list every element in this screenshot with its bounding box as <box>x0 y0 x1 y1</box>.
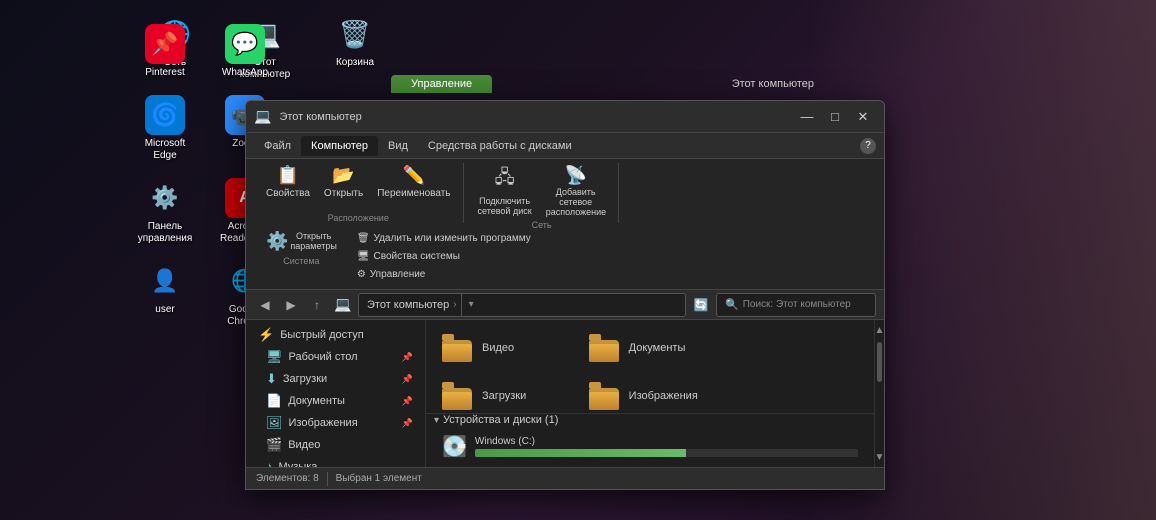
items-count: Элементов: 8 <box>256 473 319 484</box>
path-dropdown[interactable]: ▾ <box>461 293 481 317</box>
open-button[interactable]: 📂 Открыть <box>318 163 369 201</box>
pinterest-label: Pinterest <box>145 67 184 79</box>
title-bar-controls: — □ ✕ <box>794 106 876 128</box>
search-placeholder: Поиск: Этот компьютер <box>743 299 851 310</box>
nav-pane: ⚡ Быстрый доступ 🖥 Рабочий стол 📌 ⬇ Загр… <box>246 320 426 467</box>
drive-icon: 💽 <box>442 434 467 459</box>
ribbon-toolbar: 📋 Свойства 📂 Открыть ✏️ Переименовать Ра… <box>246 159 884 290</box>
close-button[interactable]: ✕ <box>850 106 876 128</box>
thispc-path-icon: 💻 <box>332 294 354 316</box>
explorer-title-label: Этот компьютер <box>722 75 824 93</box>
selected-count: Выбран 1 элемент <box>336 473 422 484</box>
desktop: 🌐 Сеть 💻 Этоткомпьютер 🗑️ Корзина 📌 Pint… <box>0 0 1156 520</box>
nav-music[interactable]: ♪ Музыка <box>246 456 425 467</box>
search-box[interactable]: 🔍 Поиск: Этот компьютер <box>716 293 876 317</box>
folder-downloads[interactable]: Загрузки <box>434 376 573 413</box>
nav-desktop[interactable]: 🖥 Рабочий стол 📌 <box>246 346 425 368</box>
location-buttons: 📋 Свойства 📂 Открыть ✏️ Переименовать <box>260 163 457 201</box>
maximize-button[interactable]: □ <box>822 106 848 128</box>
up-button[interactable]: ↑ <box>306 294 328 316</box>
location-group-label: Расположение <box>328 213 389 223</box>
desktop-icon-control-panel[interactable]: ⚙️ Панельуправления <box>130 174 200 249</box>
tab-view[interactable]: Вид <box>378 136 418 156</box>
ribbon-group-network: 🖧 Подключитьсетевой диск 📡 Добавить сете… <box>466 163 619 223</box>
nav-video[interactable]: 🎬 Видео <box>246 434 425 456</box>
system-properties-button[interactable]: 🖥 Свойства системы <box>351 249 537 264</box>
control-panel-label: Панельуправления <box>138 221 193 245</box>
grid-empty-2 <box>727 376 866 413</box>
scroll-down[interactable]: ▼ <box>875 447 884 467</box>
refresh-button[interactable]: 🔄 <box>690 293 712 317</box>
remove-program-button[interactable]: 🗑 Удалить или изменить программу <box>351 231 537 246</box>
explorer-scrollbar[interactable]: ▲ ▼ <box>874 320 884 467</box>
open-params-button[interactable]: ⚙️ Открытьпараметры <box>260 229 343 254</box>
nav-quick-access[interactable]: ⚡ Быстрый доступ <box>246 324 425 346</box>
scroll-up[interactable]: ▲ <box>875 320 884 340</box>
search-icon: 🔍 <box>725 298 739 311</box>
content-area: ⚡ Быстрый доступ 🖥 Рабочий стол 📌 ⬇ Загр… <box>246 320 884 467</box>
properties-button[interactable]: 📋 Свойства <box>260 163 316 201</box>
status-divider <box>327 472 328 486</box>
drive-label: Windows (C:) <box>475 436 858 447</box>
folder-video[interactable]: Видео <box>434 328 573 368</box>
drive-bar-fill <box>475 449 686 457</box>
ribbon-tabs: Файл Компьютер Вид Средства работы с дис… <box>246 133 884 159</box>
ribbon-group-location: 📋 Свойства 📂 Открыть ✏️ Переименовать Ра… <box>254 163 464 223</box>
tab-computer[interactable]: Компьютер <box>301 136 378 156</box>
system-group-label: Система <box>260 256 343 266</box>
ribbon-management-tab[interactable]: Управление <box>391 75 492 93</box>
tab-file[interactable]: Файл <box>254 136 301 156</box>
desktop-icon-recycle[interactable]: 🗑️ Корзина <box>320 10 390 85</box>
tab-disk-tools[interactable]: Средства работы с дисками <box>418 136 582 156</box>
nav-images[interactable]: 🖼 Изображения 📌 <box>246 412 425 434</box>
desktop-icon-whatsapp[interactable]: 💬 WhatsApp <box>210 20 280 83</box>
help-button[interactable]: ? <box>860 138 876 154</box>
rename-button[interactable]: ✏️ Переименовать <box>371 163 456 201</box>
user-label: user <box>155 304 174 316</box>
management-button[interactable]: ⚙ Управление <box>351 267 537 282</box>
folder-images[interactable]: Изображения <box>581 376 720 413</box>
drive-c[interactable]: 💽 Windows (C:) <box>434 430 866 463</box>
file-grid: Видео Документы <box>426 320 874 413</box>
address-path[interactable]: Этот компьютер › ▾ <box>358 293 686 317</box>
nav-documents[interactable]: 📄 Документы 📌 <box>246 390 425 412</box>
nav-downloads[interactable]: ⬇ Загрузки 📌 <box>246 368 425 390</box>
folder-documents[interactable]: Документы <box>581 328 720 368</box>
path-thispc: Этот компьютер <box>367 299 449 311</box>
network-buttons: 🖧 Подключитьсетевой диск 📡 Добавить сете… <box>472 163 612 220</box>
ribbon-group-system: ⚙️ Открытьпараметры Система 🗑 Удалить ил… <box>254 225 543 285</box>
status-bar: Элементов: 8 Выбран 1 элемент <box>246 467 884 489</box>
scrollbar-thumb[interactable] <box>877 342 882 382</box>
connect-drive-button[interactable]: 🖧 Подключитьсетевой диск <box>472 163 538 219</box>
edge-label: MicrosoftEdge <box>145 138 186 162</box>
whatsapp-label: WhatsApp <box>222 67 268 79</box>
title-bar: 💻 Этот компьютер — □ ✕ <box>246 101 884 133</box>
desktop-icon-edge[interactable]: 🌀 MicrosoftEdge <box>130 91 200 166</box>
file-explorer-window: Управление Этот компьютер 💻 Этот компьют… <box>245 100 885 490</box>
back-button[interactable]: ◀ <box>254 294 276 316</box>
devices-section: ▾ Устройства и диски (1) 💽 Windows (C:) <box>426 413 874 467</box>
grid-empty-1 <box>727 328 866 368</box>
title-bar-title: Этот компьютер <box>279 111 361 123</box>
desktop-icon-pinterest[interactable]: 📌 Pinterest <box>130 20 200 83</box>
desktop-icon-user[interactable]: 👤 user <box>130 257 200 332</box>
title-bar-left: 💻 Этот компьютер <box>254 108 362 125</box>
file-content-area: Видео Документы <box>426 320 874 467</box>
desktop-icon-recycle-label: Корзина <box>336 57 374 69</box>
add-network-location-button[interactable]: 📡 Добавить сетевоерасположение <box>540 163 612 220</box>
address-bar: ◀ ▶ ↑ 💻 Этот компьютер › ▾ 🔄 🔍 Поиск: Эт… <box>246 290 884 320</box>
minimize-button[interactable]: — <box>794 106 820 128</box>
forward-button[interactable]: ▶ <box>280 294 302 316</box>
drive-bar <box>475 449 858 457</box>
devices-header: ▾ Устройства и диски (1) <box>434 414 866 426</box>
